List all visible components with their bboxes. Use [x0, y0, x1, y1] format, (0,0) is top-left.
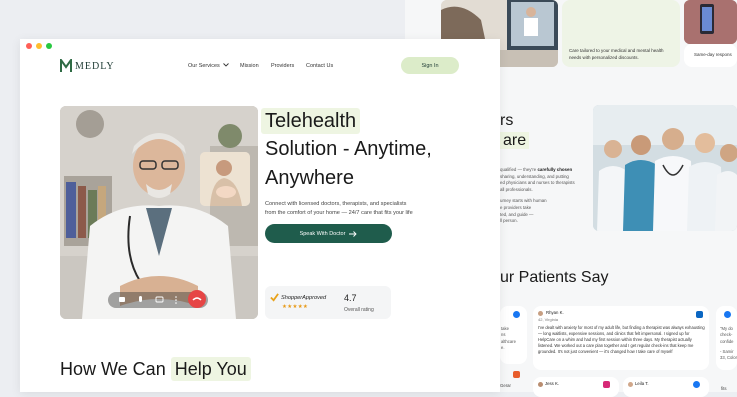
- nav-mission[interactable]: Mission: [240, 63, 259, 69]
- testimonial-card-bottom-1: Jess K.: [533, 377, 619, 397]
- reviewer-name-2: Jess K.: [545, 381, 560, 386]
- camera-icon[interactable]: [119, 297, 125, 302]
- testimonial-card-left: take ns althcare e.: [500, 306, 527, 364]
- checkmark-icon: [270, 293, 279, 302]
- hero-title-line3: Anywhere: [265, 167, 354, 189]
- logo[interactable]: MEDLY: [60, 59, 115, 73]
- rating-badge: ShopperApproved ★★★★★ 4.7 Overall rating: [265, 286, 391, 319]
- side-text-3: ed physicians and nurses to therapists: [500, 180, 575, 186]
- reviewer-name-3: Leila T.: [635, 381, 649, 386]
- side-heading-line1: rs: [500, 112, 514, 129]
- rating-value: 4.7: [344, 293, 357, 303]
- facebook-icon-3: [693, 381, 700, 388]
- left-card-l4: e.: [501, 344, 505, 350]
- side-text-2: sharing, understanding, and putting: [500, 173, 569, 179]
- side-heading-line2: are: [500, 131, 530, 151]
- instagram-icon: [603, 381, 610, 388]
- avatar-3: [628, 382, 633, 387]
- right-card-r5: 33, Color: [720, 355, 737, 361]
- maximize-dot[interactable]: [46, 43, 52, 49]
- facebook-icon-right: [724, 311, 731, 318]
- feature-card: Care tailored to your medical and mental…: [562, 0, 680, 67]
- right-card-l6: fits: [721, 386, 727, 391]
- logo-icon: [60, 59, 72, 72]
- shopper-approved-logo: ShopperApproved: [270, 293, 326, 302]
- browser-window: MEDLY Our Services Mission Providers Con…: [20, 39, 500, 392]
- signin-button[interactable]: Sign In: [401, 57, 459, 74]
- chat-icon[interactable]: [155, 296, 164, 303]
- linkedin-icon: [696, 311, 703, 318]
- testimonial-card-right: "My do check- confide - Samir 33, Color: [716, 306, 737, 370]
- hero-title-line1: Telehealth: [261, 108, 361, 134]
- side-paragraph: qualified — they're carefully chosen sha…: [500, 167, 592, 225]
- chevron-down-icon: [223, 63, 230, 67]
- testimonial-card-main: Rhyan K. 42, Virginia I've dealt with an…: [533, 306, 709, 370]
- left-card-text: take ns althcare e.: [501, 326, 516, 351]
- hero-subtitle-line2: from the comfort of your home — 24/7 car…: [265, 209, 413, 216]
- phone-photo: [684, 0, 737, 44]
- facebook-icon: [513, 311, 520, 318]
- hero-subtitle-line1: Connect with licensed doctors, therapist…: [265, 201, 407, 207]
- self-view-video: [200, 152, 250, 206]
- more-icon[interactable]: [175, 296, 177, 298]
- testimonial-card-bottom-2: Leila T.: [623, 377, 709, 397]
- testimonial-text: I've dealt with anxiety for most of my a…: [538, 325, 705, 354]
- side-text-1a: qualified — they're: [500, 167, 537, 172]
- nav-providers[interactable]: Providers: [271, 63, 294, 69]
- star-rating: ★★★★★: [282, 304, 309, 310]
- side-heading: rs are: [500, 111, 530, 151]
- doctors-photo: [593, 105, 737, 231]
- section-heading-highlight: Help You: [170, 357, 251, 381]
- nav-services[interactable]: Our Services: [188, 63, 230, 69]
- side-text-1b: carefully chosen: [537, 167, 573, 172]
- phone-hangup-icon: [192, 297, 202, 301]
- side-text-5: urney starts with human: [500, 198, 547, 204]
- rating-brand: ShopperApproved: [281, 294, 327, 301]
- side-text-6: e providers take: [500, 205, 532, 211]
- avatar-2: [538, 382, 543, 387]
- reviewer-name: Rhyan K.: [546, 310, 564, 315]
- arrow-right-icon: [349, 230, 358, 237]
- left-card-l5: Gerar: [500, 383, 511, 388]
- right-card-text: "My do check- confide - Samir 33, Color: [720, 326, 737, 361]
- patients-heading: ur Patients Say: [500, 269, 609, 286]
- section-heading: How We Can Help You: [60, 357, 251, 381]
- cta-label: Speak With Doctor: [299, 230, 346, 237]
- minimize-dot[interactable]: [36, 43, 42, 49]
- mic-icon[interactable]: [139, 296, 142, 302]
- hero-subtitle: Connect with licensed doctors, therapist…: [265, 200, 465, 217]
- side-text-1: qualified — they're carefully chosen: [500, 167, 592, 174]
- reviewer-location: 42, Virginia: [538, 317, 558, 322]
- side-heading-word: are: [500, 132, 530, 149]
- instagram-icon-left: [513, 371, 520, 378]
- speak-with-doctor-button[interactable]: Speak With Doctor: [265, 224, 392, 243]
- hero-title-line2: Solution - Anytime,: [265, 138, 432, 160]
- same-day-card: Same-day respons: [684, 44, 737, 67]
- doctors-illustration: [593, 105, 737, 231]
- video-call-image: [60, 106, 258, 319]
- left-card-l3: althcare: [501, 338, 516, 344]
- patient-illustration: [200, 152, 250, 206]
- logo-text: MEDLY: [75, 60, 115, 72]
- nav-contact[interactable]: Contact Us: [306, 63, 333, 69]
- window-controls: [26, 43, 52, 49]
- same-day-text: Same-day respons: [694, 52, 732, 57]
- hero-title-highlight: Telehealth: [261, 108, 361, 134]
- doctor-illustration: [60, 106, 258, 319]
- avatar: [538, 311, 543, 316]
- side-text-7: ted, and guide —: [500, 211, 534, 217]
- end-call-button[interactable]: [188, 290, 206, 308]
- feature-card-text: Care tailored to your medical and mental…: [569, 48, 664, 60]
- phone-illustration: [684, 0, 737, 44]
- nav-services-label: Our Services: [188, 63, 220, 69]
- side-text-8: ll person.: [500, 218, 518, 224]
- section-heading-lead: How We Can: [60, 359, 171, 379]
- side-text-4: all professionals.: [500, 186, 533, 192]
- close-dot[interactable]: [26, 43, 32, 49]
- rating-label: Overall rating: [344, 307, 374, 313]
